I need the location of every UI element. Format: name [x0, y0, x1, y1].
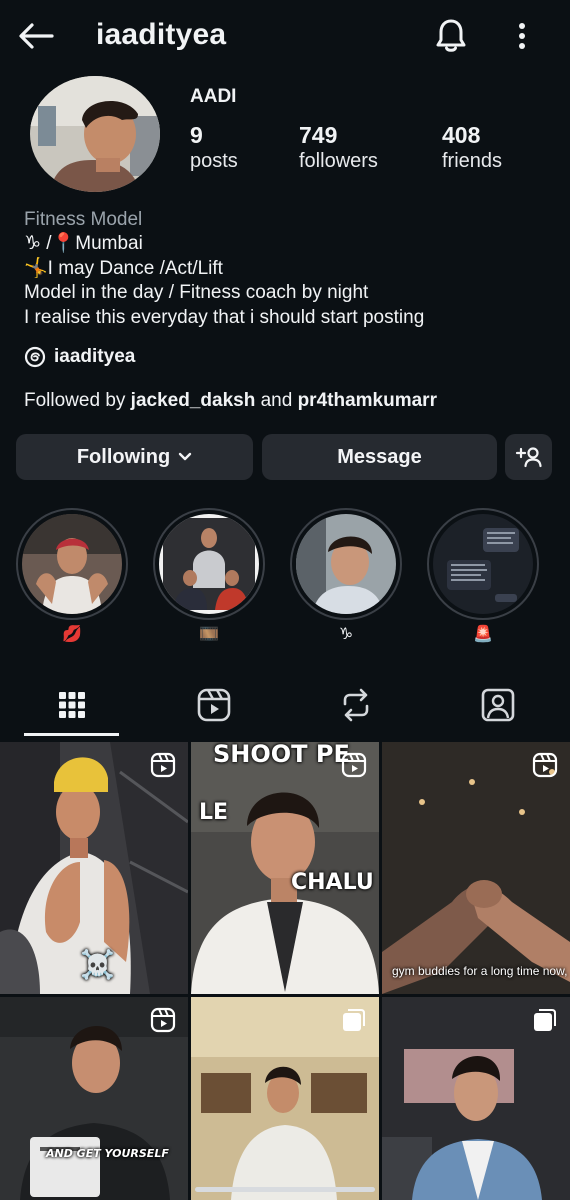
- followed-by-user[interactable]: pr4thamkumarr: [298, 390, 437, 411]
- threads-badge-link[interactable]: iaadityea: [24, 346, 135, 368]
- bio-line: 🤸I may Dance /Act/Lift: [24, 257, 223, 279]
- followed-by-user[interactable]: jacked_daksh: [131, 390, 256, 411]
- post-image: [382, 742, 570, 994]
- chevron-down-icon: [178, 452, 192, 461]
- post-image: [191, 742, 379, 994]
- avatar-photo: [30, 76, 160, 192]
- message-button[interactable]: Message: [262, 434, 497, 480]
- highlight-label: 🎞️: [199, 626, 219, 643]
- bio-line: I realise this everyday that i should st…: [24, 306, 425, 328]
- posts-count-value: 9: [190, 122, 203, 148]
- followed-by[interactable]: Followed by jacked_daksh and pr4thamkuma…: [24, 390, 437, 412]
- bio-line: ♑ /📍Mumbai: [24, 233, 143, 254]
- message-button-label: Message: [337, 445, 422, 468]
- more-vertical-icon: [519, 23, 525, 49]
- tagged-person-icon: [481, 688, 514, 722]
- highlight-cover: [296, 514, 396, 614]
- home-indicator[interactable]: [195, 1187, 375, 1192]
- post-overlay-text: LE: [199, 800, 229, 825]
- threads-icon: [24, 346, 46, 368]
- reel-icon: [150, 1007, 176, 1033]
- back-arrow-icon: [19, 23, 54, 49]
- reel-icon: [341, 752, 367, 778]
- bio-line: Model in the day / Fitness coach by nigh…: [24, 282, 369, 303]
- suggested-people-button[interactable]: [505, 434, 552, 480]
- profile-tabs: [0, 676, 570, 738]
- highlight-label: ♑: [338, 626, 354, 643]
- friends-count-label: friends: [442, 150, 503, 172]
- followers-count-label: followers: [299, 150, 378, 172]
- add-person-icon: [515, 447, 542, 468]
- followers-count[interactable]: 749 followers: [299, 122, 378, 173]
- post-thumbnail[interactable]: SHOOT PE LE CHALU: [191, 742, 379, 994]
- followed-by-joiner: and: [260, 390, 293, 411]
- following-button[interactable]: Following: [16, 434, 253, 480]
- profile-bio: Fitness Model ♑ /📍Mumbai 🤸I may Dance /A…: [24, 208, 554, 330]
- posts-count[interactable]: 9 posts: [190, 122, 238, 173]
- highlight-cover: [22, 514, 122, 614]
- story-highlight[interactable]: [290, 508, 402, 620]
- post-caption: AND GET YOURSELF: [46, 1147, 169, 1160]
- followed-by-prefix: Followed by: [24, 390, 126, 411]
- following-button-label: Following: [76, 445, 171, 468]
- post-thumbnail[interactable]: ☠️: [0, 742, 188, 994]
- post-caption: gym buddies for a long time now,: [392, 964, 568, 978]
- active-tab-indicator: [24, 733, 119, 736]
- post-overlay-text: SHOOT PE: [213, 742, 350, 768]
- post-thumbnail[interactable]: AND GET YOURSELF: [0, 997, 188, 1200]
- tab-tagged[interactable]: [450, 676, 545, 734]
- tab-reels[interactable]: [166, 676, 261, 734]
- highlight-label: 💋: [62, 626, 82, 643]
- reel-icon: [532, 752, 558, 778]
- back-button[interactable]: [14, 16, 58, 56]
- story-highlight[interactable]: [427, 508, 539, 620]
- more-options-button[interactable]: [506, 14, 538, 58]
- profile-avatar[interactable]: [30, 76, 160, 192]
- highlight-cover: [433, 514, 533, 614]
- top-bar: iaadityea: [0, 0, 570, 74]
- followers-count-value: 749: [299, 122, 338, 148]
- post-overlay-emoji: ☠️: [80, 948, 115, 981]
- page-title: iaadityea: [96, 18, 227, 51]
- story-highlight[interactable]: [16, 508, 128, 620]
- reel-icon: [150, 752, 176, 778]
- carousel-icon: [534, 1009, 556, 1031]
- threads-handle: iaadityea: [54, 346, 136, 367]
- carousel-icon: [343, 1009, 365, 1031]
- posts-grid: ☠️ SHOOT PE LE CHALU gym buddies for a l…: [0, 742, 570, 1200]
- reels-icon: [197, 688, 230, 722]
- post-thumbnail[interactable]: [382, 997, 570, 1200]
- tab-reposts[interactable]: [308, 676, 403, 734]
- bell-icon: [436, 19, 466, 52]
- friends-count-value: 408: [442, 122, 481, 148]
- posts-count-label: posts: [190, 150, 238, 172]
- highlight-cover: [159, 514, 259, 614]
- highlight-label: 🚨: [473, 626, 493, 643]
- story-highlight[interactable]: [153, 508, 265, 620]
- display-name: AADI: [190, 86, 237, 107]
- friends-count[interactable]: 408 friends: [442, 122, 502, 173]
- grid-icon: [58, 692, 85, 718]
- profile-category: Fitness Model: [24, 209, 143, 230]
- post-overlay-text: CHALU: [291, 870, 374, 895]
- post-thumbnail[interactable]: gym buddies for a long time now,: [382, 742, 570, 994]
- repost-icon: [343, 688, 368, 722]
- tab-grid[interactable]: [24, 676, 119, 734]
- notifications-button[interactable]: [430, 14, 472, 58]
- post-thumbnail[interactable]: [191, 997, 379, 1200]
